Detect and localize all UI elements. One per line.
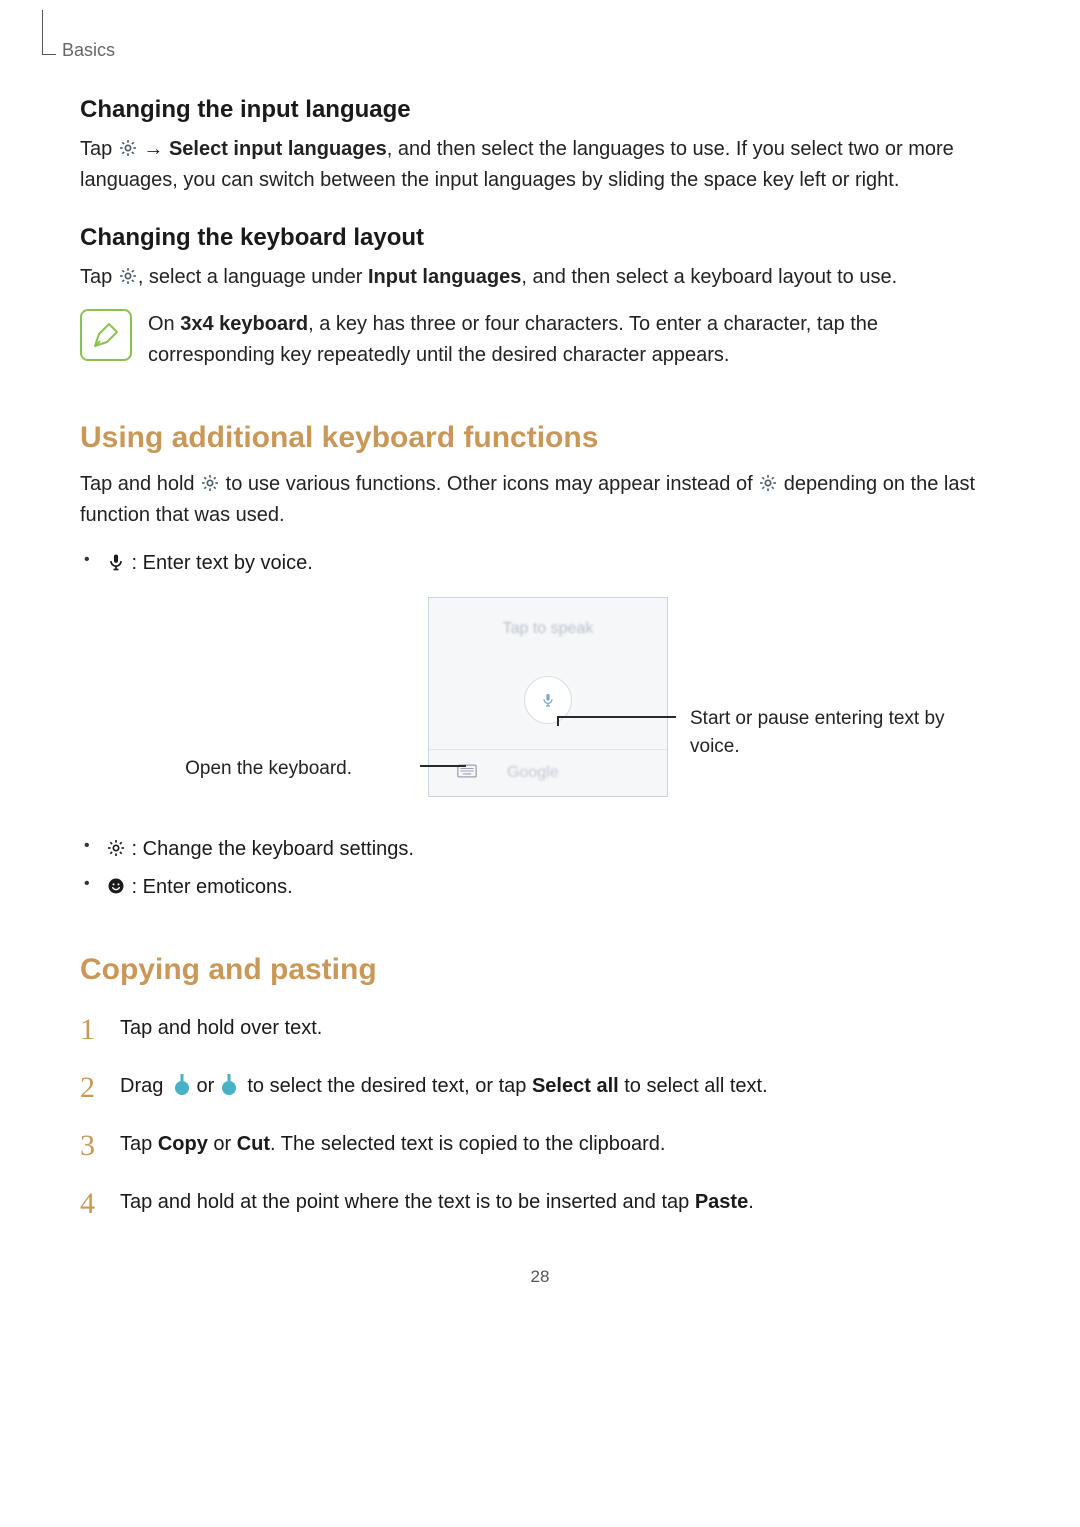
bullet-smile: : Enter emoticons. bbox=[80, 871, 1000, 903]
selection-handle-right-icon bbox=[222, 1074, 240, 1096]
gear-icon bbox=[200, 472, 220, 492]
page-number: 28 bbox=[0, 1267, 1080, 1287]
heading-input-language: Changing the input language bbox=[80, 96, 1000, 124]
step-4: Tap and hold at the point where the text… bbox=[80, 1187, 1000, 1219]
voice-panel: Tap to speak Google bbox=[428, 597, 668, 797]
gear-icon bbox=[106, 836, 126, 856]
heading-keyboard-layout: Changing the keyboard layout bbox=[80, 224, 1000, 252]
selection-handle-left-icon bbox=[171, 1074, 189, 1096]
callout-start-pause: Start or pause entering text by voice. bbox=[690, 705, 950, 760]
para-keyboard-layout: Tap , select a language under Input lang… bbox=[80, 262, 1000, 293]
smile-icon bbox=[106, 874, 126, 894]
note-3x4: On 3x4 keyboard, a key has three or four… bbox=[80, 309, 1000, 371]
voice-input-diagram: Tap to speak Google Open the keyboard. S… bbox=[80, 597, 1000, 827]
heading-additional-functions: Using additional keyboard functions bbox=[80, 421, 1000, 455]
tap-to-speak-label: Tap to speak bbox=[429, 620, 667, 638]
section-name: Basics bbox=[50, 40, 115, 60]
heading-copy-paste: Copying and pasting bbox=[80, 953, 1000, 987]
step-1: Tap and hold over text. bbox=[80, 1013, 1000, 1045]
step-2: Drag or to select the desired text, or t… bbox=[80, 1071, 1000, 1103]
bullet-gear: : Change the keyboard settings. bbox=[80, 833, 1000, 865]
gear-icon bbox=[118, 137, 138, 157]
microphone-icon bbox=[106, 550, 126, 570]
bullet-mic: : Enter text by voice. bbox=[80, 547, 1000, 579]
google-label: Google bbox=[507, 764, 559, 782]
gear-icon bbox=[118, 265, 138, 285]
para-additional-functions: Tap and hold to use various functions. O… bbox=[80, 469, 1000, 531]
note-icon bbox=[80, 309, 132, 361]
step-3: Tap Copy or Cut. The selected text is co… bbox=[80, 1129, 1000, 1161]
gear-icon bbox=[758, 472, 778, 492]
para-input-language: Tap → Select input languages, and then s… bbox=[80, 134, 1000, 196]
callout-open-keyboard: Open the keyboard. bbox=[72, 755, 352, 783]
section-tab: Basics bbox=[50, 40, 1000, 61]
